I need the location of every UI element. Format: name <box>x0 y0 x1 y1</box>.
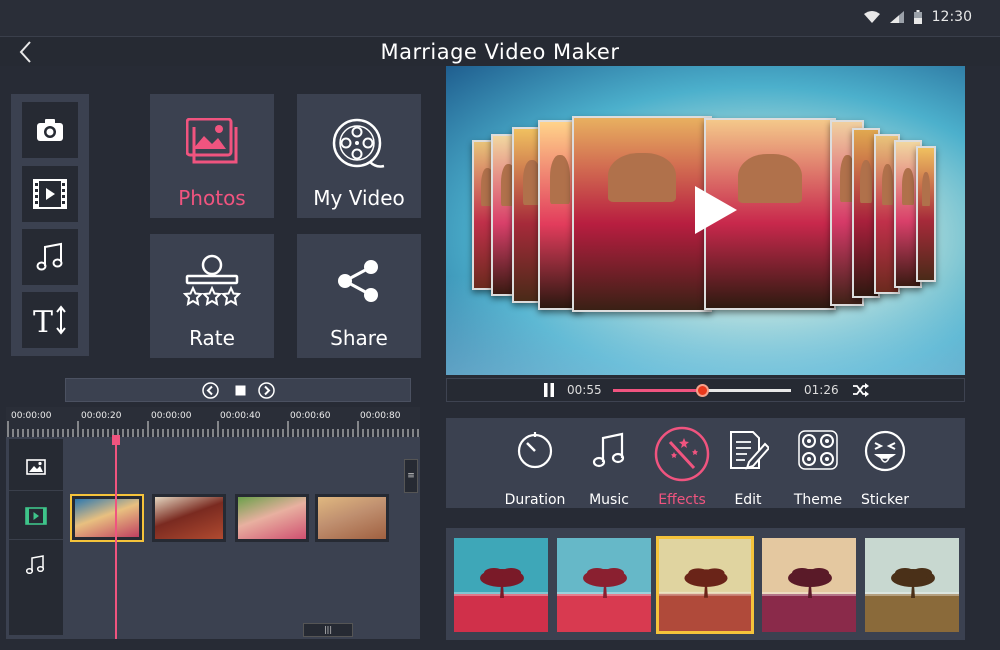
clock: 12:30 <box>931 9 972 25</box>
tick-label: 00:00:60 <box>290 411 331 421</box>
wifi-icon <box>863 11 880 23</box>
clip-thumbnail <box>155 497 223 539</box>
stop-icon[interactable] <box>232 382 249 399</box>
playhead[interactable] <box>115 435 117 639</box>
timer-icon <box>517 432 553 469</box>
tree-landscape-image <box>557 538 651 632</box>
rewind-icon[interactable] <box>202 382 219 399</box>
play-icon[interactable] <box>691 184 739 236</box>
music-tool-button[interactable] <box>22 229 78 285</box>
sticker-face-icon <box>864 430 906 472</box>
filter-thumbnail[interactable] <box>865 538 959 632</box>
share-label: Share <box>330 326 388 350</box>
timeline-clip[interactable] <box>235 494 309 542</box>
video-tool-button[interactable] <box>22 166 78 222</box>
tree-landscape-image <box>762 538 856 632</box>
filter-thumbnail[interactable] <box>454 538 548 632</box>
battery-icon <box>913 10 922 24</box>
timeline-clip[interactable] <box>70 494 144 542</box>
video-clip-icon <box>25 506 47 525</box>
photos-button[interactable]: Photos <box>150 94 274 218</box>
tree-landscape-image <box>454 538 548 632</box>
duration-button[interactable]: Duration <box>502 430 568 508</box>
photos-icon <box>186 118 238 164</box>
tick-label: 00:00:00 <box>151 411 192 421</box>
wedding-photo-card <box>916 146 936 282</box>
vertical-scroll-handle[interactable]: ≡ <box>404 459 418 493</box>
pause-icon[interactable] <box>542 383 556 397</box>
tick-label: 00:00:40 <box>220 411 261 421</box>
seek-bar[interactable] <box>613 384 791 397</box>
magic-wand-icon <box>654 426 710 482</box>
horizontal-scroll-handle[interactable]: ||| <box>303 623 353 637</box>
seek-progress <box>613 389 702 392</box>
text-size-icon: T <box>33 305 66 335</box>
music-note-icon <box>26 555 45 575</box>
share-button[interactable]: Share <box>297 234 421 358</box>
music-note-icon <box>592 432 625 468</box>
title-bar: Marriage Video Maker <box>0 36 1000 66</box>
video-track-button[interactable] <box>9 492 63 540</box>
text-tool-button[interactable]: T <box>22 292 78 348</box>
film-reel-icon <box>332 118 385 168</box>
svg-text:T: T <box>33 305 53 335</box>
share-icon <box>338 260 378 302</box>
current-time: 00:55 <box>567 383 602 397</box>
time-ruler: 00:00:00 00:00:20 00:00:00 00:00:40 00:0… <box>6 407 420 437</box>
rate-button[interactable]: Rate <box>150 234 274 358</box>
timeline-clip[interactable] <box>315 494 389 542</box>
timeline-clip[interactable] <box>152 494 226 542</box>
shuffle-icon[interactable] <box>853 383 869 397</box>
playhead-handle[interactable] <box>112 435 120 445</box>
image-track-button[interactable] <box>9 443 63 491</box>
timeline-panel: 00:00:00 00:00:20 00:00:00 00:00:40 00:0… <box>6 407 420 639</box>
seek-thumb[interactable] <box>696 384 709 397</box>
sticker-label: Sticker <box>861 492 909 508</box>
filter-thumbnail[interactable] <box>557 538 651 632</box>
filter-thumbnail[interactable] <box>762 538 856 632</box>
video-clip-icon <box>33 179 67 209</box>
clip-thumbnail <box>238 497 306 539</box>
tick-label: 00:00:80 <box>360 411 401 421</box>
edit-pencil-icon <box>730 431 769 470</box>
filter-thumbnail[interactable] <box>656 536 754 634</box>
image-icon <box>26 458 46 475</box>
forward-icon[interactable] <box>258 382 275 399</box>
music-note-icon <box>36 242 63 271</box>
status-bar: 12:30 <box>0 0 1000 36</box>
track-icons <box>9 439 63 635</box>
edit-button[interactable]: Edit <box>715 430 781 508</box>
camera-icon <box>37 119 63 141</box>
camera-tool-button[interactable] <box>22 102 78 158</box>
sticker-button[interactable]: Sticker <box>852 430 918 508</box>
music-button[interactable]: Music <box>576 430 642 508</box>
tick-label: 00:00:00 <box>11 411 52 421</box>
clip-thumbnail <box>318 497 386 539</box>
photos-label: Photos <box>178 186 246 210</box>
filter-strip <box>446 528 965 640</box>
rate-label: Rate <box>189 326 235 350</box>
timeline-controls <box>65 378 411 402</box>
signal-icon <box>889 11 904 23</box>
player-bar: 00:55 01:26 <box>446 378 965 402</box>
rate-stars-icon <box>183 254 241 306</box>
clip-thumbnail <box>75 499 139 537</box>
tool-panel: T <box>11 94 89 356</box>
theme-grid-icon <box>798 430 838 470</box>
my-video-label: My Video <box>313 186 405 210</box>
tree-landscape-image <box>659 539 751 631</box>
page-title: Marriage Video Maker <box>380 40 620 64</box>
effects-toolbar: Duration Music Effects Edit Theme Sticke… <box>446 418 965 508</box>
total-time: 01:26 <box>804 383 839 397</box>
tree-landscape-image <box>865 538 959 632</box>
audio-track-button[interactable] <box>9 541 63 589</box>
my-video-button[interactable]: My Video <box>297 94 421 218</box>
tick-label: 00:00:20 <box>81 411 122 421</box>
